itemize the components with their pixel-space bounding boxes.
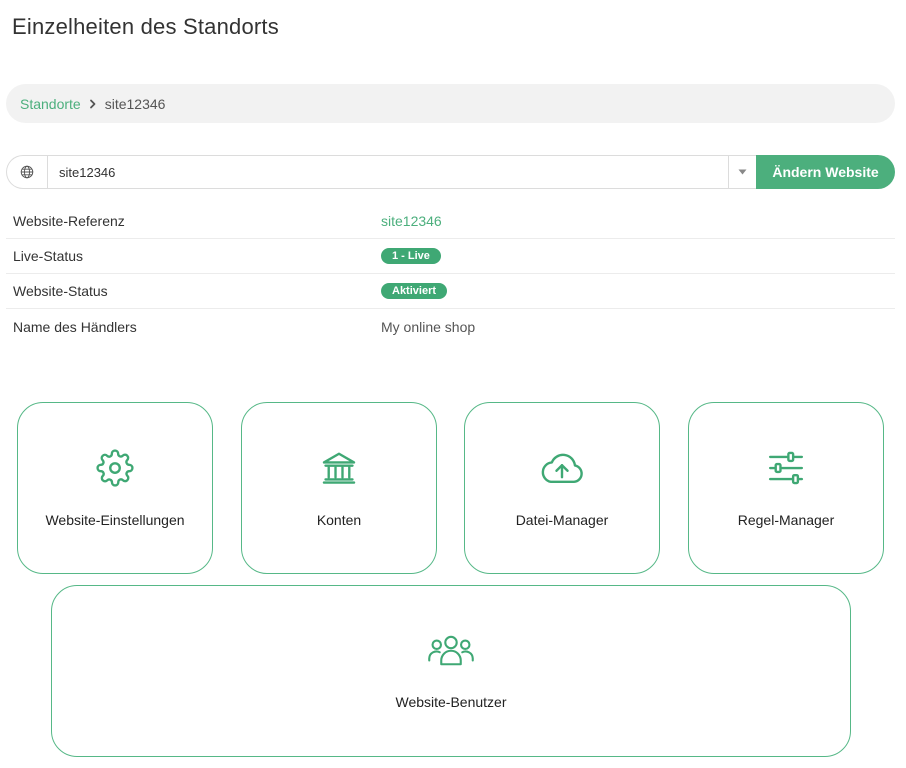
detail-row-merchant: Name des Händlers My online shop [6, 309, 895, 344]
globe-icon [7, 156, 48, 188]
caret-down-icon[interactable] [728, 156, 756, 188]
users-icon [427, 630, 475, 670]
tile-label: Datei-Manager [515, 512, 609, 528]
site-select-value: site12346 [59, 164, 116, 180]
detail-row-reference: Website-Referenz site12346 [6, 204, 895, 239]
cloud-upload-icon [538, 448, 586, 488]
detail-row-live-status: Live-Status 1 - Live [6, 239, 895, 274]
breadcrumb: Standorte site12346 [6, 84, 895, 123]
breadcrumb-current: site12346 [104, 95, 166, 112]
site-reference-link[interactable]: site12346 [381, 213, 442, 229]
detail-label: Name des Händlers [13, 318, 137, 335]
gear-icon [96, 448, 134, 488]
tile-website-settings[interactable]: Website-Einstellungen [17, 402, 213, 574]
sliders-icon [766, 448, 806, 488]
site-selector: site12346 Ändern Website [6, 155, 895, 189]
detail-row-site-status: Website-Status Aktiviert [6, 274, 895, 309]
tile-label: Regel-Manager [737, 512, 835, 528]
tile-label: Website-Benutzer [395, 694, 507, 710]
live-status-badge: 1 - Live [381, 248, 441, 264]
chevron-right-icon [89, 99, 97, 109]
breadcrumb-link-standorte[interactable]: Standorte [20, 96, 81, 112]
change-website-button[interactable]: Ändern Website [756, 155, 895, 189]
detail-label: Website-Status [13, 283, 108, 299]
tile-website-users[interactable]: Website-Benutzer [51, 585, 851, 757]
site-details-table: Website-Referenz site12346 Live-Status 1… [6, 204, 895, 344]
detail-label: Live-Status [13, 248, 84, 264]
bank-icon [319, 448, 359, 488]
detail-label: Website-Referenz [13, 213, 125, 229]
tile-label: Website-Einstellungen [45, 512, 185, 528]
page-title: Einzelheiten des Standorts [12, 14, 279, 39]
tile-rule-manager[interactable]: Regel-Manager [688, 402, 884, 574]
tile-file-manager[interactable]: Datei-Manager [464, 402, 660, 574]
site-select[interactable]: site12346 [6, 155, 756, 189]
tile-label: Konten [316, 512, 362, 528]
merchant-name: My online shop [381, 318, 476, 335]
tile-accounts[interactable]: Konten [241, 402, 437, 574]
site-status-badge: Aktiviert [381, 283, 448, 299]
